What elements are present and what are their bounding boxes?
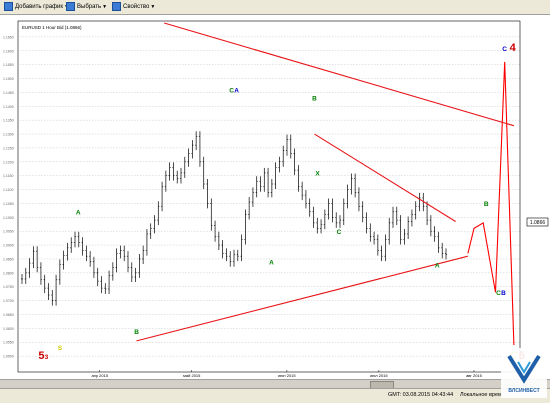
- y-tick-label: 1.1500: [3, 77, 14, 81]
- wave-label: A: [435, 262, 440, 269]
- chart-panel[interactable]: 1.1650 1.1600 1.1550 1.1500 1.1450 1.1400 1.13…: [0, 15, 550, 379]
- logo-text: ВЛСИНВЕСТ: [508, 388, 539, 394]
- cursor-icon: [66, 2, 75, 11]
- y-tick-label: 1.1450: [3, 91, 14, 95]
- chart-add-icon: [4, 2, 13, 11]
- properties-icon: [112, 2, 121, 11]
- y-tick-label: 1.1650: [3, 35, 14, 39]
- current-price-marker: 1.0866: [526, 217, 549, 227]
- y-tick-label: 1.1050: [3, 202, 14, 206]
- chevron-down-icon: ▼: [150, 4, 156, 11]
- y-tick-label: 1.0750: [3, 285, 14, 289]
- y-tick-label: 1.1600: [3, 49, 14, 53]
- gmt-time: GMT: 03.08.2015 04:43:44: [388, 392, 454, 398]
- wave-label: 5: [38, 350, 44, 362]
- wave-label: B: [134, 329, 139, 336]
- wave-label: C: [337, 229, 342, 236]
- properties-button[interactable]: Свойство▼: [112, 2, 155, 12]
- x-tick-label: июн 2015: [278, 373, 296, 378]
- horizontal-scrollbar[interactable]: [0, 379, 550, 389]
- wave-label: 4: [510, 42, 517, 54]
- add-chart-button[interactable]: Добавить график▼: [4, 2, 69, 12]
- y-tick-label: 1.1300: [3, 133, 14, 137]
- y-tick-label: 1.0950: [3, 230, 14, 234]
- y-tick-label: 1.1150: [3, 174, 13, 178]
- chevron-down-icon: ▼: [102, 4, 108, 11]
- company-logo: ВЛСИНВЕСТ: [501, 348, 547, 398]
- y-tick-label: 1.1200: [3, 160, 14, 164]
- y-tick-label: 1.0700: [3, 299, 14, 303]
- x-tick-label: май 2015: [183, 373, 201, 378]
- wave-label: B: [484, 201, 489, 208]
- local-time-label: Локальное врем: [460, 392, 502, 398]
- wave-label: X: [315, 171, 320, 178]
- add-chart-label: Добавить график: [15, 4, 63, 11]
- wave-label: B: [501, 290, 506, 297]
- plot-area: [17, 20, 521, 373]
- select-label: Выбрать: [77, 4, 102, 11]
- x-tick-label: авг 2015: [466, 373, 483, 378]
- y-tick-label: 1.0500: [3, 355, 14, 359]
- y-tick-label: 1.0600: [3, 327, 14, 331]
- wave-label: A: [76, 210, 81, 217]
- select-button[interactable]: Выбрать▼: [66, 2, 107, 12]
- y-tick-label: 1.1550: [3, 63, 14, 67]
- y-tick-label: 1.1250: [3, 146, 14, 150]
- wave-label: B: [312, 96, 317, 103]
- y-tick-label: 1.0850: [3, 257, 14, 261]
- y-tick-label: 1.0650: [3, 313, 14, 317]
- x-tick-label: апр 2015: [91, 373, 108, 378]
- y-tick-label: 1.1000: [3, 216, 14, 220]
- status-bar: GMT: 03.08.2015 04:43:44 Локальное врем: [0, 388, 550, 403]
- wave-label: A: [234, 87, 239, 94]
- properties-label: Свойство: [123, 4, 150, 11]
- y-tick-label: 1.1400: [3, 105, 14, 109]
- y-tick-label: 1.1100: [3, 188, 13, 192]
- chart-legend: EURUSD 1 Hour Bid (1.0866): [22, 25, 82, 30]
- wave-label: A: [269, 260, 274, 267]
- x-tick-label: июл 2015: [370, 373, 388, 378]
- toolbar: Добавить график▼ Выбрать▼ Свойство▼: [0, 0, 550, 15]
- wave-label: 3: [45, 354, 49, 361]
- y-tick-label: 1.0900: [3, 244, 14, 248]
- wave-label: S: [58, 345, 63, 352]
- wave-label: C: [502, 46, 507, 53]
- y-tick-label: 1.1350: [3, 119, 14, 123]
- price-chart[interactable]: 1.1650 1.1600 1.1550 1.1500 1.1450 1.1400 1.13…: [0, 15, 550, 379]
- y-tick-label: 1.0550: [3, 341, 14, 345]
- y-tick-label: 1.0800: [3, 271, 14, 275]
- current-price-label: 1.0866: [530, 220, 546, 226]
